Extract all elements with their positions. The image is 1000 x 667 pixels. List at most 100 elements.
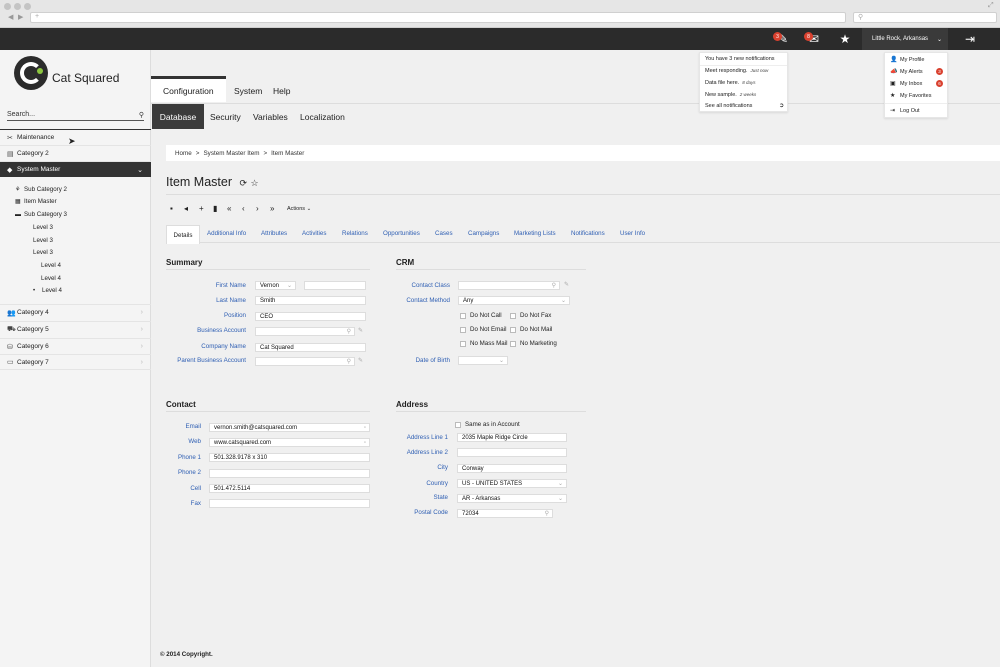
postal-code-field[interactable]: 72034 ⚲ [457,509,553,518]
tab-attributes[interactable]: Attributes [261,230,287,237]
tab-relations[interactable]: Relations [342,230,368,237]
web-field[interactable]: www.catsquared.com ▫ [209,438,370,447]
next-record-icon[interactable]: › [256,204,259,213]
company-name-field[interactable]: Cat Squared [255,343,366,352]
sidebar-level-3[interactable]: Level 3 [33,237,53,244]
tab-cases[interactable]: Cases [435,230,453,237]
window-close-dot[interactable] [4,3,11,10]
sidebar-level-4[interactable]: Level 4 [41,275,61,282]
tab-activities[interactable]: Activities [302,230,326,237]
logo[interactable] [14,56,48,90]
country-select[interactable]: US - UNITED STATES ⌄ [457,479,567,488]
last-name-field[interactable]: Smith [255,296,366,305]
tab-additional-info[interactable]: Additional Info [207,230,246,237]
no-marketing-checkbox[interactable]: No Marketing [510,340,557,347]
city-field[interactable]: Conway [457,464,567,473]
sidebar-item-system-master[interactable]: ◆ System Master ⌄ [0,161,151,177]
contact-class-field[interactable]: ⚲ [458,281,560,290]
notification-item[interactable]: Meet responding. Just now [705,68,768,74]
tab-help[interactable]: Help [273,78,290,104]
tab-user-info[interactable]: User Info [620,230,645,237]
window-minimize-dot[interactable] [14,3,21,10]
first-name-field[interactable] [304,281,366,290]
add-icon[interactable]: + [199,204,204,213]
notification-item[interactable]: New sample. 2 weeks [705,92,756,98]
dob-field[interactable]: ⌄ [458,356,508,365]
tab-campaigns[interactable]: Campaigns [468,230,499,237]
phone1-field[interactable]: 501.328.9178 x 310 [209,453,370,462]
back-arrow-icon[interactable]: ◀ [8,13,13,21]
refresh-icon[interactable]: ⟳ [239,178,247,188]
cell-field[interactable]: 501.472.5114 [209,484,370,493]
edit-pencil-icon[interactable]: ✎ [564,281,569,288]
do-not-mail-checkbox[interactable]: Do Not Mail [510,326,552,333]
tab-localization[interactable]: Localization [300,104,345,129]
window-maximize-dot[interactable] [24,3,31,10]
menu-item-my-profile[interactable]: 👤 My Profile [890,56,924,64]
star-outline-icon[interactable]: ☆ [251,178,259,188]
search-input[interactable]: Search... ⚲ [7,111,144,121]
sidebar-item-category-4[interactable]: 👥 Category 4 › [0,304,151,320]
state-select[interactable]: AR - Arkansas ⌄ [457,494,567,503]
address-line1-field[interactable]: 2035 Maple Ridge Circle [457,433,567,442]
business-account-field[interactable]: ⚲ [255,327,355,336]
arrow-circle-icon[interactable]: ➲ [779,102,784,109]
sidebar-sub-category-3[interactable]: ▬ Sub Category 3 [15,211,67,218]
last-record-icon[interactable]: » [270,204,274,213]
contact-method-select[interactable]: Any ⌄ [458,296,570,305]
menu-item-log-out[interactable]: ⇥ Log Out [890,107,920,115]
do-not-call-checkbox[interactable]: Do Not Call [460,312,502,319]
tab-security[interactable]: Security [210,104,241,129]
same-as-account-checkbox[interactable]: Same as in Account [455,421,520,428]
tab-variables[interactable]: Variables [253,104,288,129]
sidebar-item-category-7[interactable]: ▭ Category 7 › [0,354,151,370]
do-not-fax-checkbox[interactable]: Do Not Fax [510,312,551,319]
menu-item-my-inbox[interactable]: ▣ My Inbox [890,80,922,88]
sidebar-sub-category-2[interactable]: ⚘ Sub Category 2 [15,186,67,193]
tab-marketing-lists[interactable]: Marketing Lists [514,230,556,237]
browser-search-input[interactable]: ⚲ [853,12,997,23]
tab-opportunities[interactable]: Opportunities [383,230,420,237]
sidebar-item-category-5[interactable]: ⛟ Category 5 › [0,321,151,337]
sidebar-level-4-active[interactable]: • Level 4 [33,287,62,294]
menu-item-my-favorites[interactable]: ★ My Favorites [890,92,931,100]
do-not-email-checkbox[interactable]: Do Not Email [460,326,506,333]
no-mass-mail-checkbox[interactable]: No Mass Mail [460,340,507,347]
sidebar-item-category-6[interactable]: ⛁ Category 6 › [0,338,151,354]
back-icon[interactable]: ◂ [184,204,188,213]
sidebar-level-3[interactable]: Level 3 [33,249,53,256]
breadcrumb-parent[interactable]: System Master Item [203,150,259,157]
delete-icon[interactable]: ▮ [213,204,217,213]
forward-arrow-icon[interactable]: ▶ [18,13,23,21]
save-icon[interactable]: ▪ [170,204,173,213]
fullscreen-icon[interactable]: ⤢ [988,2,994,10]
first-name-salutation-select[interactable]: Vernon ⌄ [255,281,296,290]
logout-button[interactable]: ⇥ [955,28,985,50]
tab-notifications[interactable]: Notifications [571,230,605,237]
phone2-field[interactable] [209,469,370,478]
tab-details[interactable]: Details [166,225,200,244]
parent-business-account-field[interactable]: ⚲ [255,357,355,366]
tab-system[interactable]: System [234,78,262,104]
edit-pencil-icon[interactable]: ✎ [358,327,363,334]
address-bar[interactable]: + [30,12,846,23]
email-field[interactable]: vernon.smith@catsquared.com ▫ [209,423,370,432]
sidebar-level-3[interactable]: Level 3 [33,224,53,231]
notification-item[interactable]: Data file here. 8 days [705,80,756,86]
sidebar-item-category-2[interactable]: ▤ Category 2 [0,145,151,161]
tab-database[interactable]: Database [152,104,204,129]
actions-dropdown[interactable]: Actions ⌄ [287,206,311,212]
prev-record-icon[interactable]: ‹ [242,204,245,213]
address-line2-field[interactable] [457,448,567,457]
sidebar-level-4[interactable]: Level 4 [41,262,61,269]
first-record-icon[interactable]: « [227,204,231,213]
position-field[interactable]: CEO [255,312,366,321]
favorites-button[interactable]: ★ [830,28,860,50]
edit-pencil-icon[interactable]: ✎ [358,357,363,364]
notifications-button[interactable]: ✎ 3 [768,28,798,50]
see-all-notifications-link[interactable]: See all notifications [705,103,752,109]
tab-configuration[interactable]: Configuration [163,78,214,104]
sidebar-sub-item-master[interactable]: ▦ Item Master [15,198,57,205]
fax-field[interactable] [209,499,370,508]
breadcrumb-home[interactable]: Home [175,150,192,157]
